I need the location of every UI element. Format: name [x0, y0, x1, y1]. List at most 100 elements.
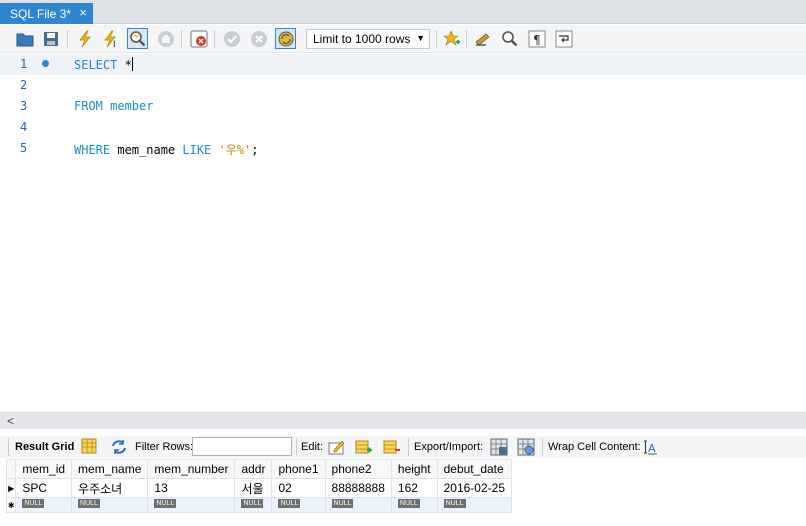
editor-line-3[interactable]: 3 FROM member [0, 96, 806, 117]
table-cell[interactable]: 13 [147, 478, 236, 498]
table-cell[interactable]: NULL [234, 497, 273, 513]
column-header[interactable]: phone1 [271, 459, 326, 479]
open-folder-icon[interactable] [14, 28, 35, 49]
column-header[interactable]: debut_date [436, 459, 513, 479]
wrap-cell-toggle-icon[interactable]: A [641, 438, 659, 456]
statement-marker-icon [42, 60, 49, 67]
column-header[interactable]: mem_id [15, 459, 73, 479]
null-badge: NULL [443, 499, 466, 508]
execute-current-icon[interactable]: I [100, 28, 121, 49]
new-row[interactable]: ✱ NULL NULL NULL NULL NULL NULL NULL NUL… [5, 497, 513, 513]
edit-label: Edit: [301, 441, 324, 453]
limit-rows-value: Limit to 1000 rows [313, 32, 411, 46]
table-cell[interactable]: NULL [271, 497, 326, 513]
result-grid[interactable]: mem_id mem_name mem_number addr phone1 p… [5, 459, 513, 513]
null-badge: NULL [397, 499, 420, 508]
table-cell[interactable]: 우주소녀 [71, 478, 149, 498]
line-number: 5 [20, 141, 28, 155]
string-literal: '우%' [218, 143, 252, 157]
null-badge: NULL [22, 499, 45, 508]
table-cell[interactable]: NULL [147, 497, 236, 513]
chevron-down-icon: ▼ [416, 33, 425, 43]
result-toolbar: Result Grid Filter Rows: Edit: Export/Im… [0, 436, 806, 458]
autocommit-icon[interactable] [275, 28, 296, 49]
limit-rows-select[interactable]: Limit to 1000 rows ▼ [306, 29, 430, 49]
editor-line-5[interactable]: 5 WHERE mem_name LIKE '우%'; [0, 138, 806, 159]
table-cell[interactable]: NULL [71, 497, 149, 513]
execute-icon[interactable] [74, 28, 95, 49]
editor-line-4[interactable]: 4 [0, 117, 806, 138]
tab-title: SQL File 3* [10, 6, 71, 21]
select-star: * [117, 58, 132, 72]
keyword-where: WHERE [74, 143, 111, 157]
result-grid-label[interactable]: Result Grid [15, 441, 74, 453]
horizontal-scrollbar[interactable]: < [0, 412, 806, 429]
filter-rows-input[interactable] [192, 437, 292, 456]
bookmark-icon[interactable] [441, 28, 462, 49]
delete-row-icon[interactable] [383, 438, 401, 456]
table-cell[interactable]: 2016-02-25 [436, 478, 513, 498]
import-icon[interactable] [517, 438, 535, 456]
editor-line-1[interactable]: 1 SELECT * [0, 54, 806, 75]
table-cell[interactable]: NULL [390, 497, 438, 513]
table-cell[interactable]: SPC [15, 478, 73, 498]
invisible-chars-icon[interactable]: ¶ [526, 28, 547, 49]
line-number: 1 [20, 57, 28, 71]
find-icon[interactable] [499, 28, 520, 49]
column-header[interactable]: mem_number [147, 459, 236, 479]
beautify-icon[interactable] [472, 28, 493, 49]
null-badge: NULL [241, 499, 264, 508]
keyword-like: LIKE [182, 143, 212, 157]
add-row-icon[interactable] [355, 438, 373, 456]
sql-editor[interactable]: 1 SELECT * 2 3 FROM member 4 5 WHERE mem… [0, 54, 806, 412]
table-cell[interactable]: 서울 [234, 478, 273, 498]
text-caret [131, 57, 133, 71]
svg-text:I: I [113, 40, 116, 48]
new-row-marker-icon[interactable]: ✱ [5, 497, 17, 513]
null-badge: NULL [154, 499, 177, 508]
keyword-select: SELECT [74, 58, 118, 72]
null-badge: NULL [278, 499, 301, 508]
scroll-left-icon[interactable]: < [7, 414, 14, 428]
line-number: 2 [20, 78, 28, 92]
grid-header-row: mem_id mem_name mem_number addr phone1 p… [5, 459, 513, 479]
table-cell[interactable]: NULL [324, 497, 392, 513]
column-header[interactable]: height [390, 459, 438, 479]
commit-icon[interactable] [221, 28, 242, 49]
tab-sql-file-3[interactable]: SQL File 3* × [0, 3, 93, 24]
table-cell[interactable]: 162 [390, 478, 438, 498]
column-header[interactable]: mem_name [71, 459, 149, 479]
filter-rows-label: Filter Rows: [135, 441, 194, 453]
tab-bar: SQL File 3* × [0, 0, 806, 24]
line-number: 3 [20, 99, 28, 113]
table-cell[interactable]: NULL [15, 497, 73, 513]
table-row[interactable]: ▶ SPC 우주소녀 13 서울 02 88888888 162 2016-02… [5, 478, 513, 498]
keyword-from: FROM [74, 99, 103, 113]
svg-text:A: A [648, 442, 656, 455]
null-badge: NULL [331, 499, 354, 508]
export-import-label: Export/Import: [414, 441, 484, 453]
table-cell[interactable]: 02 [271, 478, 326, 498]
wrap-icon[interactable] [553, 28, 574, 49]
svg-text:¶: ¶ [533, 33, 541, 47]
tab-close-icon[interactable]: × [79, 5, 87, 20]
row-header-corner [5, 459, 17, 479]
explain-icon[interactable] [127, 28, 148, 49]
current-row-marker-icon[interactable]: ▶ [5, 478, 17, 498]
refresh-icon[interactable] [110, 438, 128, 456]
line-number: 4 [20, 120, 28, 134]
sql-editor-toolbar: I Limit to 1000 rows ▼ ¶ [0, 25, 806, 53]
editor-line-2[interactable]: 2 [0, 75, 806, 96]
export-icon[interactable] [490, 438, 508, 456]
save-icon[interactable] [40, 28, 61, 49]
stop-icon[interactable] [155, 28, 176, 49]
grid-view-icon[interactable] [81, 438, 99, 456]
column-header[interactable]: phone2 [324, 459, 392, 479]
column-header[interactable]: addr [234, 459, 273, 479]
table-cell[interactable]: 88888888 [324, 478, 392, 498]
toggle-error-icon[interactable] [188, 28, 209, 49]
edit-row-icon[interactable] [328, 438, 346, 456]
rollback-icon[interactable] [248, 28, 269, 49]
statement-terminator: ; [251, 143, 259, 157]
table-cell[interactable]: NULL [436, 497, 513, 513]
